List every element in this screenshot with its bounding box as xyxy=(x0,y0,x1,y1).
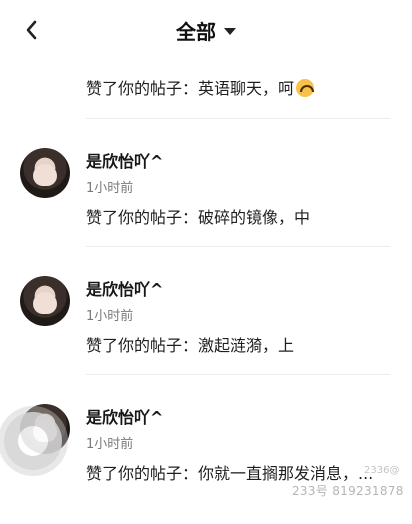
chevron-down-icon xyxy=(224,28,236,35)
list-item[interactable]: 是欣怡吖^ 1小时前 赞了你的帖子：激起涟漪，上 xyxy=(0,268,412,396)
message-text: 赞了你的帖子：英语聊天，呵 xyxy=(86,77,392,101)
time-label: 1小时前 xyxy=(86,309,134,324)
list-item[interactable]: 是欣怡吖^ 1小时前 赞了你的帖子：你就一直搁那发消息，... xyxy=(0,396,412,524)
list-item[interactable]: 是欣怡吖^ 1小时前 赞了你的帖子：破碎的镜像，中 xyxy=(0,140,412,268)
message-text-content: 赞了你的帖子：英语聊天，呵 xyxy=(86,79,295,98)
user-name[interactable]: 是欣怡吖^ xyxy=(86,276,163,300)
time-label: 1小时前 xyxy=(86,437,134,452)
watermark-small: 2336@ xyxy=(364,465,400,476)
user-name[interactable]: 是欣怡吖^ xyxy=(86,404,163,428)
divider xyxy=(86,374,390,375)
user-name[interactable]: 是欣怡吖^ xyxy=(86,148,163,172)
floating-assistive-button[interactable] xyxy=(4,412,62,470)
message-text: 赞了你的帖子：激起涟漪，上 xyxy=(86,336,295,355)
message-text: 赞了你的帖子：破碎的镜像，中 xyxy=(86,208,311,227)
divider xyxy=(86,118,390,119)
top-header: 全部 xyxy=(0,0,412,60)
time-label: 1小时前 xyxy=(86,181,134,196)
avatar[interactable] xyxy=(20,148,70,198)
watermark-text: 233号 819231878 xyxy=(292,484,404,498)
divider xyxy=(86,246,390,247)
upside-down-face-icon xyxy=(296,79,315,97)
filter-dropdown[interactable]: 全部 xyxy=(0,16,412,45)
avatar[interactable] xyxy=(20,276,70,326)
page-title: 全部 xyxy=(176,20,216,44)
